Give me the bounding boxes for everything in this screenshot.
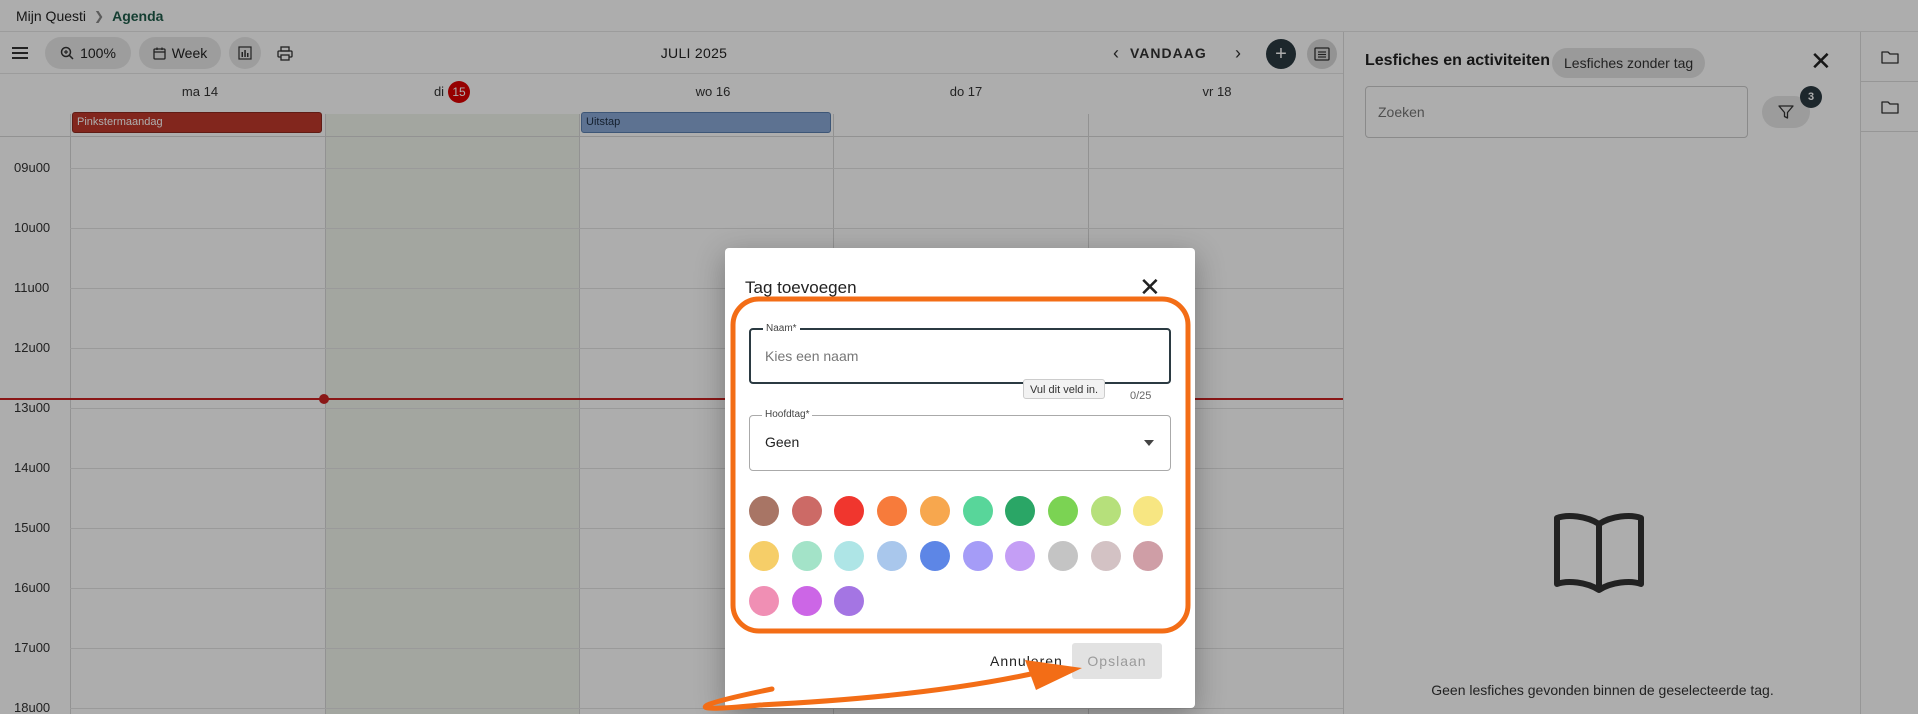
color-swatch[interactable] [791, 496, 822, 526]
name-input[interactable] [751, 330, 1169, 382]
color-swatch[interactable] [1133, 541, 1164, 571]
color-swatch[interactable] [834, 541, 865, 571]
name-field: Naam* [749, 323, 1171, 384]
color-swatch[interactable] [791, 586, 822, 616]
color-swatch[interactable] [1005, 496, 1036, 526]
color-swatch[interactable] [834, 586, 865, 616]
color-swatch[interactable] [1133, 496, 1164, 526]
save-button[interactable]: Opslaan [1072, 643, 1162, 679]
main-tag-value: Geen [765, 434, 800, 450]
color-swatch[interactable] [749, 586, 779, 616]
cancel-button[interactable]: Annuleren [980, 644, 1073, 678]
add-tag-dialog: Tag toevoegen ✕ Naam* Vul dit veld in. 0… [725, 248, 1195, 708]
color-swatch[interactable] [919, 541, 950, 571]
color-swatch[interactable] [791, 541, 822, 571]
color-swatch[interactable] [877, 496, 908, 526]
color-swatch[interactable] [1047, 541, 1078, 571]
close-icon: ✕ [1139, 272, 1161, 302]
color-swatch[interactable] [834, 496, 865, 526]
color-swatch[interactable] [877, 541, 908, 571]
color-swatch[interactable] [919, 496, 950, 526]
character-counter: 0/25 [1130, 390, 1152, 402]
validation-tooltip: Vul dit veld in. [1023, 379, 1106, 399]
dialog-close-button[interactable]: ✕ [1139, 272, 1161, 303]
color-swatch[interactable] [1090, 541, 1121, 571]
main-tag-select[interactable]: Hoofdtag* Geen [749, 409, 1171, 471]
dialog-title: Tag toevoegen [745, 278, 857, 297]
color-swatch[interactable] [749, 496, 779, 526]
name-label: Naam* [763, 323, 800, 334]
color-swatch[interactable] [1005, 541, 1036, 571]
main-tag-label: Hoofdtag* [762, 409, 813, 420]
color-swatch[interactable] [1047, 496, 1078, 526]
color-swatch[interactable] [962, 496, 993, 526]
color-swatch[interactable] [1090, 496, 1121, 526]
color-swatch[interactable] [962, 541, 993, 571]
color-swatch[interactable] [749, 541, 779, 571]
caret-down-icon [1144, 440, 1154, 446]
